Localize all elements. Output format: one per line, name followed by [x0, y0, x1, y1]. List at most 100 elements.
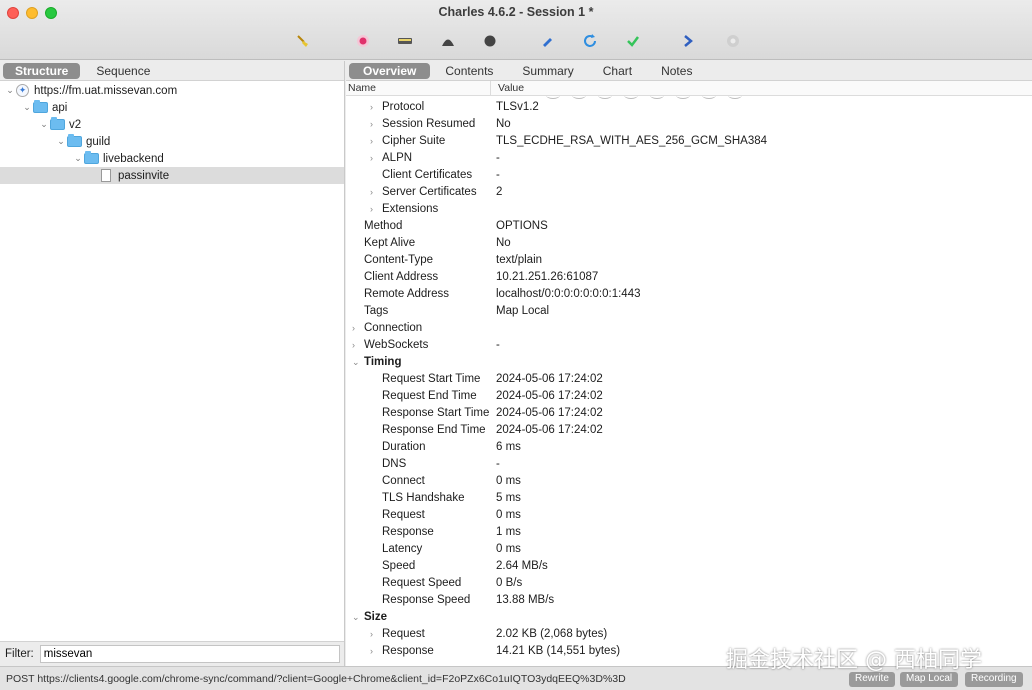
chevron-right-icon[interactable]: ›: [370, 629, 373, 639]
tree-node-passinvite[interactable]: passinvite: [0, 167, 344, 184]
row-name: DNS: [382, 458, 407, 470]
chevron-down-icon[interactable]: ⌄: [4, 85, 16, 96]
tree-node-livebackend[interactable]: ⌄ livebackend: [0, 150, 344, 167]
overview-row-request-start-time[interactable]: Request Start Time 2024-05-06 17:24:02: [346, 372, 1032, 389]
name-column-header[interactable]: Name: [348, 82, 376, 94]
tree-node-https-fm-uat-missevan-com[interactable]: ⌄ ✦ https://fm.uat.missevan.com: [0, 82, 344, 99]
overview-row-remote-address[interactable]: Remote Address localhost/0:0:0:0:0:0:0:1:…: [346, 287, 1032, 304]
chevron-right-icon[interactable]: ›: [370, 187, 373, 197]
row-value: 2.64 MB/s: [496, 560, 548, 572]
tab-chart[interactable]: Chart: [589, 63, 646, 79]
overview-row-client-address[interactable]: Client Address 10.21.251.26:61087: [346, 270, 1032, 287]
overview-row-request-end-time[interactable]: Request End Time 2024-05-06 17:24:02: [346, 389, 1032, 406]
tab-notes[interactable]: Notes: [647, 63, 706, 79]
overview-row-size[interactable]: ⌄ Size: [346, 610, 1032, 627]
tree-node-label: v2: [69, 118, 82, 131]
overview-row-kept-alive[interactable]: Kept Alive No: [346, 236, 1032, 253]
chevron-right-icon[interactable]: ›: [370, 119, 373, 129]
overview-row-client-certificates[interactable]: Client Certificates -: [346, 168, 1032, 185]
map-local-button[interactable]: Map Local: [900, 672, 959, 687]
tree-node-guild[interactable]: ⌄ guild: [0, 133, 344, 150]
overview-row-timing[interactable]: ⌄ Timing: [346, 355, 1032, 372]
structure-pane: Structure Sequence ⌄ ✦ https://fm.uat.miss…: [0, 61, 345, 666]
overview-row-request[interactable]: Request 0 ms: [346, 508, 1032, 525]
compose-icon[interactable]: [537, 31, 557, 51]
stop-icon[interactable]: [480, 31, 500, 51]
validate-icon[interactable]: [623, 31, 643, 51]
overview-row-extensions[interactable]: › Extensions: [346, 202, 1032, 219]
row-value: 0 ms: [496, 509, 521, 521]
chevron-right-icon[interactable]: ›: [352, 340, 355, 350]
overview-row-cipher-suite[interactable]: › Cipher Suite TLS_ECDHE_RSA_WITH_AES_256_…: [346, 134, 1032, 151]
overview-row-method[interactable]: Method OPTIONS: [346, 219, 1032, 236]
tab-overview[interactable]: Overview: [349, 62, 431, 79]
chevron-right-icon[interactable]: ›: [370, 204, 373, 214]
tree-node-api[interactable]: ⌄ api: [0, 99, 344, 116]
overview-row-connect[interactable]: Connect 0 ms: [346, 474, 1032, 491]
broom-icon[interactable]: [293, 31, 313, 51]
tab-sequence[interactable]: Sequence: [84, 63, 162, 79]
refresh-icon[interactable]: [580, 31, 600, 51]
filter-input[interactable]: [39, 645, 340, 663]
row-name: TLS Handshake: [382, 492, 465, 504]
chevron-down-icon[interactable]: ⌄: [21, 102, 33, 113]
overview-row-dns[interactable]: DNS -: [346, 457, 1032, 474]
chevron-right-icon[interactable]: ›: [370, 136, 373, 146]
overview-row-response-end-time[interactable]: Response End Time 2024-05-06 17:24:02: [346, 423, 1032, 440]
row-name: Content-Type: [364, 254, 434, 266]
overview-row-tags[interactable]: Tags Map Local: [346, 304, 1032, 321]
row-name: Tags: [364, 305, 389, 317]
overview-row-response-speed[interactable]: Response Speed 13.88 MB/s: [346, 593, 1032, 610]
overview-row-content-type[interactable]: Content-Type text/plain: [346, 253, 1032, 270]
overview-row-session-resumed[interactable]: › Session Resumed No: [346, 117, 1032, 134]
chevron-right-icon[interactable]: ›: [370, 646, 373, 656]
overview-row-tls-handshake[interactable]: TLS Handshake 5 ms: [346, 491, 1032, 508]
overview-row-latency[interactable]: Latency 0 ms: [346, 542, 1032, 559]
chevron-down-icon[interactable]: ⌄: [72, 153, 84, 164]
row-name: Request End Time: [382, 390, 477, 402]
chevron-right-icon[interactable]: ›: [370, 102, 373, 112]
tree-node-v2[interactable]: ⌄ v2: [0, 116, 344, 133]
breakpoint-icon[interactable]: [438, 31, 458, 51]
chevron-down-icon[interactable]: ⌄: [38, 119, 50, 130]
tree-node-label: guild: [86, 135, 111, 148]
row-name: Method: [364, 220, 403, 232]
row-name: Request Speed: [382, 577, 462, 589]
overview-row-response[interactable]: Response 1 ms: [346, 525, 1032, 542]
overview-row-request-speed[interactable]: Request Speed 0 B/s: [346, 576, 1032, 593]
row-value: -: [496, 152, 500, 164]
chevron-right-icon[interactable]: ›: [370, 153, 373, 163]
row-value: 2024-05-06 17:24:02: [496, 424, 603, 436]
column-divider[interactable]: [490, 81, 491, 96]
overview-row-duration[interactable]: Duration 6 ms: [346, 440, 1032, 457]
row-value: -: [496, 339, 500, 351]
tab-structure[interactable]: Structure: [3, 62, 81, 79]
chevron-down-icon[interactable]: ⌄: [352, 357, 360, 368]
tab-summary[interactable]: Summary: [508, 63, 587, 79]
throttle-icon[interactable]: [395, 31, 415, 51]
row-name: Protocol: [382, 101, 425, 113]
recording-button[interactable]: Recording: [965, 672, 1023, 687]
overview-row-server-certificates[interactable]: › Server Certificates 2: [346, 185, 1032, 202]
row-name: Response: [382, 526, 434, 538]
chevron-down-icon[interactable]: ⌄: [352, 612, 360, 623]
row-name: Kept Alive: [364, 237, 416, 249]
overview-row-protocol[interactable]: › Protocol TLSv1.2: [346, 100, 1032, 117]
forward-icon[interactable]: [678, 31, 698, 51]
row-name: Request: [382, 628, 425, 640]
overview-row-speed[interactable]: Speed 2.64 MB/s: [346, 559, 1032, 576]
rewrite-button[interactable]: Rewrite: [849, 672, 895, 687]
record-icon[interactable]: [353, 31, 373, 51]
row-name: Remote Address: [364, 288, 450, 300]
overview-row-websockets[interactable]: › WebSockets -: [346, 338, 1032, 355]
chevron-down-icon[interactable]: ⌄: [55, 136, 67, 147]
settings-icon[interactable]: [723, 31, 743, 51]
value-column-header[interactable]: Value: [498, 82, 524, 94]
overview-row-connection[interactable]: › Connection: [346, 321, 1032, 338]
row-value: 6 ms: [496, 441, 521, 453]
folder-icon: [84, 151, 99, 164]
chevron-right-icon[interactable]: ›: [352, 323, 355, 333]
overview-row-alpn[interactable]: › ALPN -: [346, 151, 1032, 168]
tab-contents[interactable]: Contents: [431, 63, 507, 79]
overview-row-response-start-time[interactable]: Response Start Time 2024-05-06 17:24:02: [346, 406, 1032, 423]
